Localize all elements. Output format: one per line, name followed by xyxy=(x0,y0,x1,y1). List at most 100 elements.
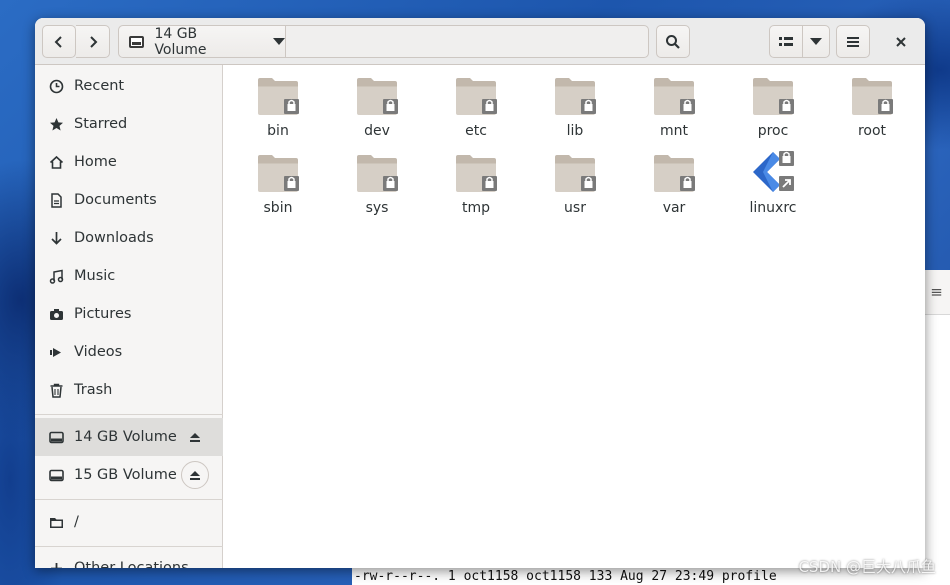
path-segment-label: 14 GB Volume xyxy=(154,25,207,58)
chevron-left-icon xyxy=(54,35,62,48)
document-icon xyxy=(49,192,64,208)
folder-icon xyxy=(555,155,596,192)
drive-icon xyxy=(129,35,145,48)
sidebar-item-15gb-volume[interactable]: 15 GB Volume xyxy=(35,456,223,494)
sidebar-separator xyxy=(35,499,223,500)
music-icon xyxy=(49,269,64,284)
sidebar-item-label: Pictures xyxy=(74,306,132,322)
close-button[interactable] xyxy=(884,25,918,58)
camera-icon xyxy=(49,307,64,322)
sidebar-item-documents[interactable]: Documents xyxy=(35,181,223,219)
sidebar-item-label: Other Locations xyxy=(74,560,189,568)
folder-icon xyxy=(753,78,794,115)
file-item-etc[interactable]: etc xyxy=(431,72,521,144)
path-bar[interactable]: 14 GB Volume xyxy=(118,25,649,58)
header-bar: 14 GB Volume xyxy=(35,18,925,65)
file-item-lib[interactable]: lib xyxy=(530,72,620,144)
sidebar-separator xyxy=(35,546,223,547)
search-button[interactable] xyxy=(656,25,690,58)
sidebar-item-trash[interactable]: Trash xyxy=(35,371,223,409)
download-icon xyxy=(49,231,64,246)
file-item-tmp[interactable]: tmp xyxy=(431,149,521,221)
file-grid: bin dev etc lib mnt proc root sbin sys tmp usr var l… xyxy=(224,65,925,568)
sidebar-item-other-locations[interactable]: Other Locations xyxy=(35,549,223,568)
file-item-usr[interactable]: usr xyxy=(530,149,620,221)
file-manager-window: 14 GB Volume Recent Starred Home Documen… xyxy=(35,18,925,568)
file-item-linuxrc[interactable]: linuxrc xyxy=(728,149,818,221)
sidebar-item-starred[interactable]: Starred xyxy=(35,105,223,143)
forward-button[interactable] xyxy=(76,25,110,58)
drive-icon xyxy=(49,468,64,483)
sidebar-item-label: 14 GB Volume xyxy=(74,429,177,445)
sidebar-item-label: 15 GB Volume xyxy=(74,467,177,483)
file-item-label: bin xyxy=(267,123,289,139)
sidebar-item-downloads[interactable]: Downloads xyxy=(35,219,223,257)
file-item-root[interactable]: root xyxy=(827,72,917,144)
sidebar-item-label: Starred xyxy=(74,116,128,132)
list-view-icon xyxy=(779,36,793,46)
chevron-down-icon xyxy=(810,38,822,45)
sidebar-item-label: Home xyxy=(74,154,117,170)
sidebar-item-pictures[interactable]: Pictures xyxy=(35,295,223,333)
chevron-down-icon xyxy=(273,38,285,45)
sidebar-item-recent[interactable]: Recent xyxy=(35,67,223,105)
file-item-label: var xyxy=(662,200,686,216)
hamburger-menu-icon xyxy=(847,36,859,47)
folder-icon xyxy=(456,155,497,192)
video-icon xyxy=(49,345,64,360)
file-item-bin[interactable]: bin xyxy=(233,72,323,144)
path-segment-current[interactable]: 14 GB Volume xyxy=(119,25,286,58)
folder-icon xyxy=(49,515,64,530)
sidebar-item-14gb-volume[interactable]: 14 GB Volume xyxy=(35,418,223,456)
eject-icon xyxy=(190,432,200,442)
executable-symlink-icon xyxy=(753,151,794,192)
sidebar-item-label: Documents xyxy=(74,192,157,208)
view-list-button[interactable] xyxy=(769,25,803,58)
trash-icon xyxy=(49,383,64,398)
file-item-sys[interactable]: sys xyxy=(332,149,422,221)
sidebar-separator xyxy=(35,414,223,415)
file-item-var[interactable]: var xyxy=(629,149,719,221)
drive-icon xyxy=(49,430,64,445)
folder-icon xyxy=(357,155,398,192)
home-icon xyxy=(49,155,64,170)
star-icon xyxy=(49,117,64,132)
file-item-label: usr xyxy=(564,200,586,216)
eject-button[interactable] xyxy=(181,461,209,489)
file-item-label: proc xyxy=(757,123,789,139)
file-item-proc[interactable]: proc xyxy=(728,72,818,144)
sidebar-item-label: / xyxy=(74,514,79,530)
search-icon xyxy=(666,34,680,49)
file-item-label: sys xyxy=(365,200,389,216)
file-item-label: lib xyxy=(566,123,584,139)
main-menu-button[interactable] xyxy=(836,25,870,58)
sidebar: Recent Starred Home Documents Downloads … xyxy=(35,65,223,568)
file-item-label: sbin xyxy=(263,200,293,216)
sidebar-item-music[interactable]: Music xyxy=(35,257,223,295)
folder-icon xyxy=(654,78,695,115)
terminal-menu-button[interactable]: ≡ xyxy=(922,270,950,315)
file-item-label: dev xyxy=(364,123,390,139)
view-options-button[interactable] xyxy=(802,25,830,58)
file-item-mnt[interactable]: mnt xyxy=(629,72,719,144)
eject-icon xyxy=(190,470,200,480)
sidebar-item-label: Recent xyxy=(74,78,125,94)
sidebar-item-root[interactable]: / xyxy=(35,503,223,541)
sidebar-item-home[interactable]: Home xyxy=(35,143,223,181)
folder-icon xyxy=(357,78,398,115)
sidebar-item-label: Music xyxy=(74,268,116,284)
folder-icon xyxy=(258,155,299,192)
file-item-label: linuxrc xyxy=(749,200,797,216)
sidebar-item-label: Videos xyxy=(74,344,123,360)
sidebar-item-videos[interactable]: Videos xyxy=(35,333,223,371)
eject-button[interactable] xyxy=(181,423,209,451)
watermark: CSDN @巨大八爪鱼 xyxy=(798,558,936,576)
file-item-label: tmp xyxy=(461,200,490,216)
file-item-sbin[interactable]: sbin xyxy=(233,149,323,221)
back-button[interactable] xyxy=(42,25,76,58)
folder-icon xyxy=(456,78,497,115)
plus-icon xyxy=(49,561,64,568)
terminal-output-line: -rw-r--r--. 1 oct1158 oct1158 133 Aug 27… xyxy=(354,569,777,584)
folder-icon xyxy=(852,78,893,115)
file-item-dev[interactable]: dev xyxy=(332,72,422,144)
